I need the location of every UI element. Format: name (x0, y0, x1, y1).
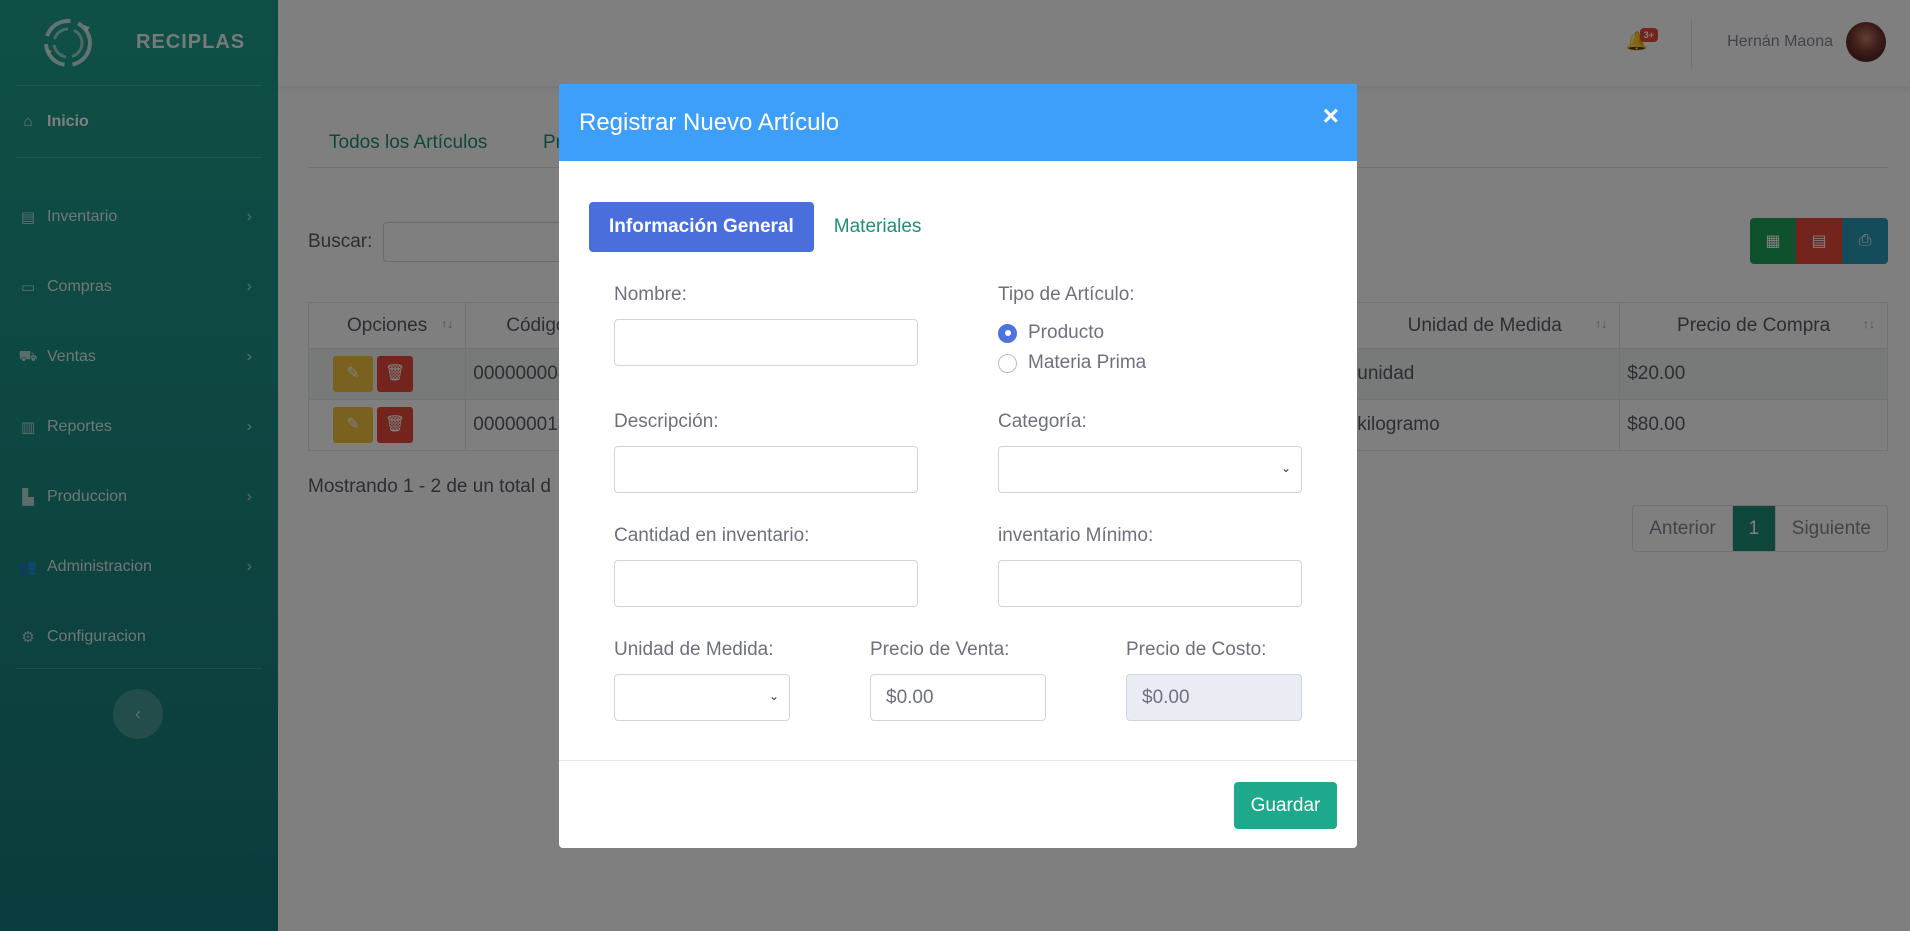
nombre-label: Nombre: (614, 284, 687, 305)
chevron-down-icon: ⌄ (768, 689, 779, 703)
radio-label: Producto (1028, 322, 1105, 343)
categoria-select[interactable]: ⌄ (998, 446, 1302, 493)
close-icon[interactable]: × (1323, 102, 1339, 130)
unidad-label: Unidad de Medida: (614, 639, 774, 660)
tab-informacion-general[interactable]: Información General (589, 202, 814, 252)
nombre-field[interactable] (614, 319, 918, 366)
modal-header: Registrar Nuevo Artículo (559, 84, 1357, 161)
minimo-label: inventario Mínimo: (998, 525, 1154, 546)
radio-unchecked-icon (998, 353, 1017, 373)
tipo-label: Tipo de Artículo: (998, 284, 1135, 305)
precio-venta-label: Precio de Venta: (870, 639, 1010, 660)
unidad-select[interactable]: ⌄ (614, 674, 790, 721)
descripcion-label: Descripción: (614, 411, 719, 432)
descripcion-field[interactable] (614, 446, 918, 493)
tab-materiales[interactable]: Materiales (834, 216, 922, 238)
modal-tabs: Información General Materiales (589, 202, 921, 252)
modal-title: Registrar Nuevo Artículo (579, 108, 840, 136)
save-button[interactable]: Guardar (1234, 782, 1337, 829)
categoria-label: Categoría: (998, 411, 1087, 432)
chevron-down-icon: ⌄ (1280, 461, 1291, 475)
minimo-field[interactable] (998, 560, 1302, 607)
cantidad-label: Cantidad en inventario: (614, 525, 810, 546)
radio-producto[interactable]: Producto (998, 322, 1104, 344)
modal-footer-divider (559, 760, 1357, 761)
new-article-modal: Registrar Nuevo Artículo × Información G… (559, 84, 1357, 848)
precio-venta-field[interactable]: $0.00 (870, 674, 1046, 721)
precio-costo-label: Precio de Costo: (1126, 639, 1267, 660)
radio-checked-icon (998, 323, 1017, 343)
cantidad-field[interactable] (614, 560, 918, 607)
precio-costo-field: $0.00 (1126, 674, 1302, 721)
radio-materia-prima[interactable]: Materia Prima (998, 352, 1146, 374)
radio-label: Materia Prima (1028, 352, 1147, 373)
